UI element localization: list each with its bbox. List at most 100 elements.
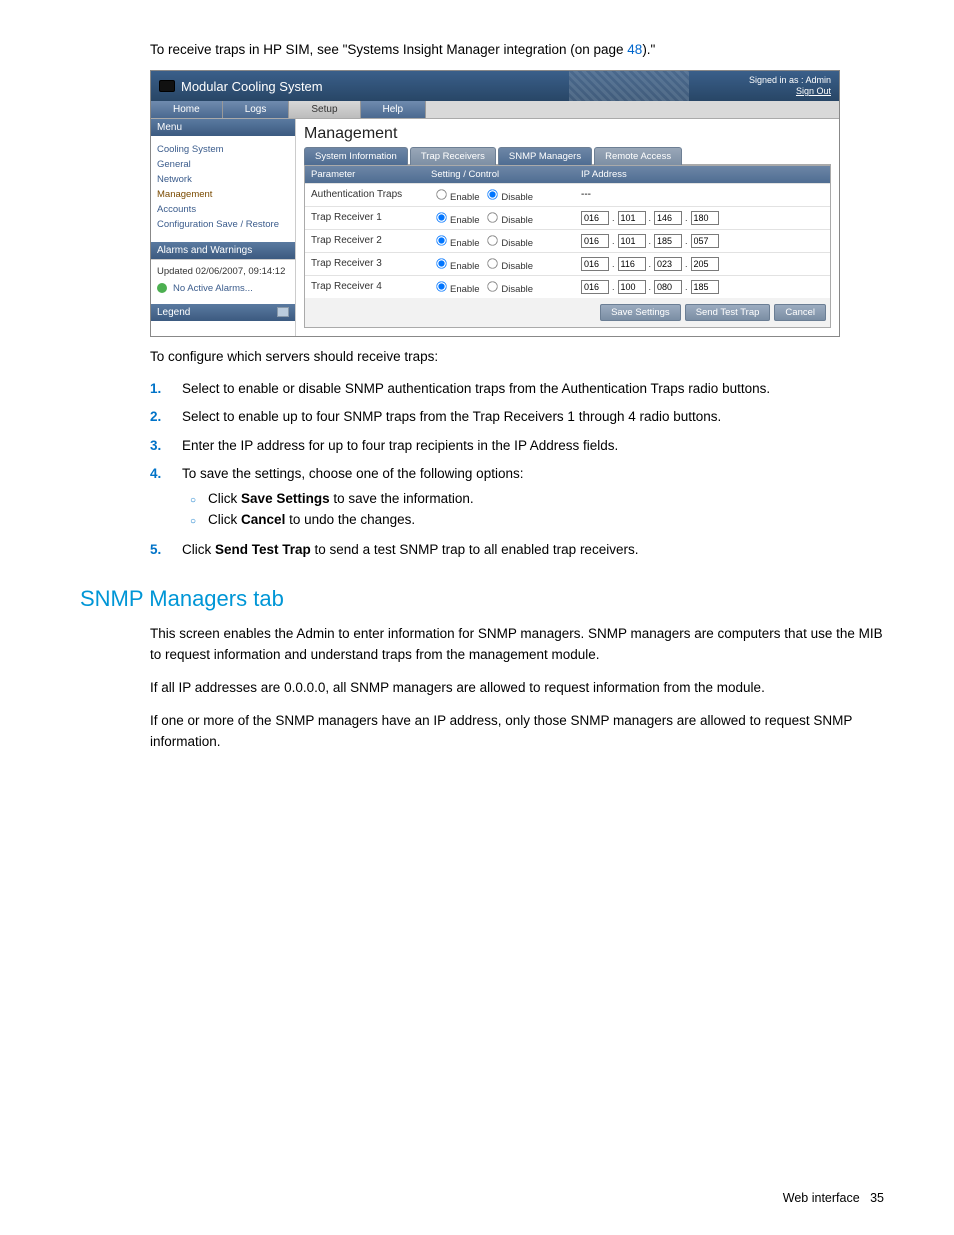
nav-tab-home[interactable]: Home bbox=[151, 101, 223, 118]
r3-ip-1[interactable] bbox=[581, 257, 609, 271]
disable-label: Disable bbox=[501, 284, 533, 295]
r1-ip-4[interactable] bbox=[691, 211, 719, 225]
menu-header: Menu bbox=[151, 119, 295, 136]
no-alarms-text: No Active Alarms... bbox=[173, 283, 253, 294]
step-num: 5. bbox=[150, 540, 168, 560]
r4-ip-2[interactable] bbox=[618, 280, 646, 294]
r3-ip-3[interactable] bbox=[654, 257, 682, 271]
footer-label: Web interface bbox=[783, 1191, 860, 1205]
disable-label: Disable bbox=[501, 261, 533, 272]
intro-text-pre: To receive traps in HP SIM, see "Systems… bbox=[150, 42, 627, 57]
paragraph-2: If all IP addresses are 0.0.0.0, all SNM… bbox=[150, 678, 894, 699]
step-num: 3. bbox=[150, 436, 168, 456]
disable-label: Disable bbox=[501, 192, 533, 203]
step-num: 4. bbox=[150, 464, 168, 484]
sidebar-item-general[interactable]: General bbox=[157, 157, 289, 172]
r2-ip-3[interactable] bbox=[654, 234, 682, 248]
config-intro: To configure which servers should receiv… bbox=[150, 347, 894, 367]
paragraph-3: If one or more of the SNMP managers have… bbox=[150, 711, 894, 753]
r2-enable-radio[interactable] bbox=[436, 235, 446, 245]
r4-enable-radio[interactable] bbox=[436, 281, 446, 291]
bullet-icon: ○ bbox=[190, 491, 196, 506]
step-1: Select to enable or disable SNMP authent… bbox=[182, 379, 770, 399]
bullet-icon: ○ bbox=[190, 512, 196, 527]
r2-ip-4[interactable] bbox=[691, 234, 719, 248]
enable-label: Enable bbox=[450, 238, 480, 249]
nav-tab-help[interactable]: Help bbox=[361, 101, 427, 118]
r1-disable-radio[interactable] bbox=[488, 212, 498, 222]
sign-out-link[interactable]: Sign Out bbox=[749, 86, 831, 97]
tab-snmp-managers[interactable]: SNMP Managers bbox=[498, 147, 592, 165]
r4-ip-3[interactable] bbox=[654, 280, 682, 294]
sidebar-item-config[interactable]: Configuration Save / Restore bbox=[157, 217, 289, 232]
r2-disable-radio[interactable] bbox=[488, 235, 498, 245]
r2-ip-1[interactable] bbox=[581, 234, 609, 248]
legend-label: Legend bbox=[157, 307, 190, 318]
auth-disable-radio[interactable] bbox=[488, 189, 498, 199]
nav-tab-logs[interactable]: Logs bbox=[223, 101, 290, 118]
enable-label: Enable bbox=[450, 261, 480, 272]
nav-tabs: Home Logs Setup Help bbox=[151, 101, 839, 119]
r1-enable-radio[interactable] bbox=[436, 212, 446, 222]
send-test-trap-button[interactable]: Send Test Trap bbox=[685, 304, 771, 321]
alarms-updated: Updated 02/06/2007, 09:14:12 bbox=[157, 266, 289, 277]
r4-disable-radio[interactable] bbox=[488, 281, 498, 291]
r3-enable-radio[interactable] bbox=[436, 258, 446, 268]
step-2: Select to enable up to four SNMP traps f… bbox=[182, 407, 721, 427]
enable-label: Enable bbox=[450, 284, 480, 295]
r3-ip-2[interactable] bbox=[618, 257, 646, 271]
step-4b: Click Cancel to undo the changes. bbox=[208, 512, 415, 527]
alarms-header: Alarms and Warnings bbox=[151, 242, 295, 259]
legend-header[interactable]: Legend bbox=[151, 304, 295, 321]
tab-remote-access[interactable]: Remote Access bbox=[594, 147, 682, 165]
intro-paragraph: To receive traps in HP SIM, see "Systems… bbox=[150, 40, 894, 60]
col-parameter: Parameter bbox=[305, 166, 425, 183]
row-r1-label: Trap Receiver 1 bbox=[305, 212, 425, 223]
row-r3-label: Trap Receiver 3 bbox=[305, 258, 425, 269]
expand-icon[interactable] bbox=[277, 307, 289, 317]
save-settings-button[interactable]: Save Settings bbox=[600, 304, 681, 321]
app-title-area: Modular Cooling System bbox=[159, 79, 323, 94]
r1-ip-2[interactable] bbox=[618, 211, 646, 225]
row-r4-label: Trap Receiver 4 bbox=[305, 281, 425, 292]
cancel-button[interactable]: Cancel bbox=[774, 304, 826, 321]
sidebar-item-network[interactable]: Network bbox=[157, 172, 289, 187]
tab-trap-receivers[interactable]: Trap Receivers bbox=[410, 147, 496, 165]
r4-ip-1[interactable] bbox=[581, 280, 609, 294]
step-num: 1. bbox=[150, 379, 168, 399]
disable-label: Disable bbox=[501, 238, 533, 249]
ip-none: --- bbox=[581, 189, 591, 200]
r4-ip-4[interactable] bbox=[691, 280, 719, 294]
signed-in-text: Signed in as : Admin bbox=[749, 75, 831, 85]
enable-label: Enable bbox=[450, 192, 480, 203]
col-setting: Setting / Control bbox=[425, 166, 575, 183]
nav-tab-setup[interactable]: Setup bbox=[289, 101, 360, 118]
footer-page-number: 35 bbox=[870, 1191, 884, 1205]
intro-text-post: )." bbox=[642, 42, 655, 57]
section-heading: SNMP Managers tab bbox=[80, 586, 894, 612]
auth-enable-radio[interactable] bbox=[436, 189, 446, 199]
header-graphic bbox=[569, 71, 689, 101]
sidebar-item-cooling[interactable]: Cooling System bbox=[157, 142, 289, 157]
app-screenshot: Modular Cooling System Signed in as : Ad… bbox=[150, 70, 840, 337]
step-4a: Click Save Settings to save the informat… bbox=[208, 491, 474, 506]
page-footer: Web interface 35 bbox=[783, 1191, 884, 1205]
disable-label: Disable bbox=[501, 215, 533, 226]
r3-disable-radio[interactable] bbox=[488, 258, 498, 268]
sidebar-item-management[interactable]: Management bbox=[157, 187, 289, 202]
app-title: Modular Cooling System bbox=[181, 79, 323, 94]
tab-system-info[interactable]: System Information bbox=[304, 147, 408, 165]
row-auth-label: Authentication Traps bbox=[305, 189, 425, 200]
step-4: To save the settings, choose one of the … bbox=[182, 464, 523, 484]
paragraph-1: This screen enables the Admin to enter i… bbox=[150, 624, 894, 666]
row-r2-label: Trap Receiver 2 bbox=[305, 235, 425, 246]
app-header: Modular Cooling System Signed in as : Ad… bbox=[151, 71, 839, 101]
r2-ip-2[interactable] bbox=[618, 234, 646, 248]
r3-ip-4[interactable] bbox=[691, 257, 719, 271]
step-3: Enter the IP address for up to four trap… bbox=[182, 436, 618, 456]
page-link[interactable]: 48 bbox=[627, 42, 642, 57]
col-ip: IP Address bbox=[575, 166, 830, 183]
r1-ip-3[interactable] bbox=[654, 211, 682, 225]
sidebar-item-accounts[interactable]: Accounts bbox=[157, 202, 289, 217]
r1-ip-1[interactable] bbox=[581, 211, 609, 225]
